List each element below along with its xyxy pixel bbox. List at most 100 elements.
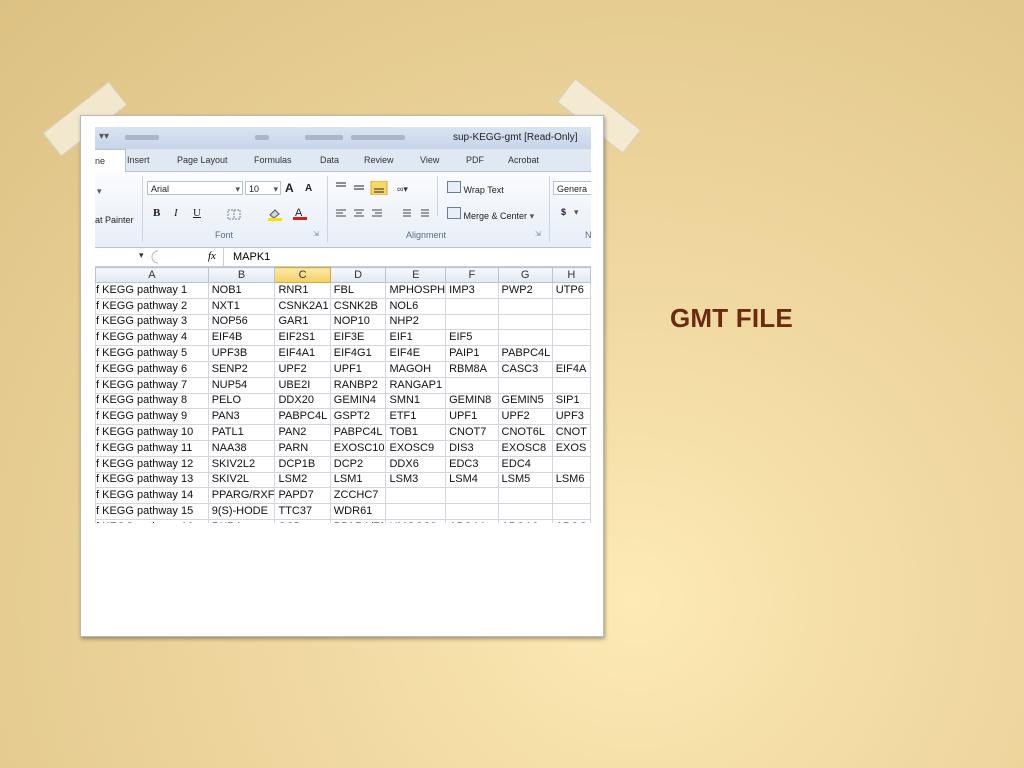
table-cell[interactable]: GEMIN4 — [329, 392, 387, 410]
table-cell[interactable]: NOL6 — [385, 297, 447, 315]
table-cell[interactable]: UPF3B — [207, 345, 276, 362]
table-cell[interactable]: EIF4G1 — [329, 345, 387, 362]
column-header-d[interactable]: D — [329, 267, 387, 283]
table-cell[interactable]: f KEGG pathway 6 — [95, 360, 209, 378]
table-cell[interactable]: f KEGG pathway 3 — [95, 313, 209, 331]
table-cell[interactable]: LSM2 — [274, 471, 331, 489]
table-cell[interactable]: MPHOSPH — [385, 282, 447, 299]
table-cell[interactable]: EIF4A — [551, 360, 591, 378]
table-cell[interactable]: SKIV2L — [207, 471, 276, 489]
tab-insert[interactable]: Insert — [127, 155, 150, 165]
borders-icon[interactable] — [227, 209, 241, 220]
table-cell[interactable]: DCP1B — [274, 455, 331, 473]
column-header-a[interactable]: A — [95, 267, 209, 283]
table-cell[interactable] — [385, 503, 447, 520]
font-size-box[interactable]: 10 ▾ — [245, 181, 281, 195]
table-cell[interactable]: GSPT2 — [329, 408, 387, 426]
table-cell[interactable]: UPF2 — [274, 360, 331, 378]
table-cell[interactable] — [551, 345, 591, 362]
table-cell[interactable]: CSNK2B — [329, 297, 387, 315]
table-cell[interactable]: PAN3 — [207, 408, 276, 426]
table-cell[interactable]: 9(S)-HODE — [207, 503, 276, 520]
table-cell[interactable]: CNOT — [551, 424, 591, 441]
table-cell[interactable]: PELO — [207, 392, 276, 410]
table-cell[interactable]: EXOSC10 — [329, 439, 387, 457]
table-cell[interactable]: f KEGG pathway 14 — [95, 487, 209, 505]
table-cell[interactable]: SMN1 — [385, 392, 447, 410]
underline-button[interactable]: U — [193, 207, 201, 219]
table-cell[interactable]: RANBP2 — [329, 376, 387, 394]
table-cell[interactable]: GEMIN8 — [445, 392, 499, 410]
table-cell[interactable]: APOC — [551, 518, 591, 523]
table-cell[interactable]: WDR61 — [329, 503, 387, 520]
table-cell[interactable]: EXOSC9 — [385, 439, 447, 457]
table-cell[interactable]: LSM4 — [445, 471, 499, 489]
table-cell[interactable]: f KEGG pathway 11 — [95, 439, 209, 457]
table-cell[interactable]: PPARA/R) — [329, 518, 387, 523]
table-cell[interactable]: CNOT6L — [497, 424, 553, 441]
table-cell[interactable] — [497, 503, 553, 520]
dialog-launcher-icon[interactable]: ⇲ — [535, 230, 541, 238]
table-cell[interactable]: f KEGG pathway 15 — [95, 503, 209, 520]
table-cell[interactable] — [551, 503, 591, 520]
number-format-box[interactable]: Genera — [553, 181, 591, 195]
table-cell[interactable]: PARN — [274, 439, 331, 457]
table-cell[interactable]: f KEGG pathway 9 — [95, 408, 209, 426]
table-cell[interactable]: SENP2 — [207, 360, 276, 378]
table-cell[interactable]: EIF4B — [207, 329, 276, 347]
table-cell[interactable]: GAR1 — [274, 313, 331, 331]
table-cell[interactable]: f KEGG pathway 4 — [95, 329, 209, 347]
tab-review[interactable]: Review — [364, 155, 394, 165]
column-header-c[interactable]: C — [274, 267, 331, 283]
table-cell[interactable]: UTP6 — [551, 282, 591, 299]
table-cell[interactable]: NUP54 — [207, 376, 276, 394]
font-color-icon[interactable]: A — [293, 206, 307, 221]
table-cell[interactable] — [445, 487, 499, 505]
table-cell[interactable]: LSM6 — [551, 471, 591, 489]
currency-dropdown-icon[interactable]: ▾ — [574, 207, 579, 218]
table-cell[interactable]: EIF3E — [329, 329, 387, 347]
table-cell[interactable]: CSNK2A1 — [274, 297, 331, 315]
table-cell[interactable]: APOA1 — [445, 518, 499, 523]
table-cell[interactable]: NAA38 — [207, 439, 276, 457]
vertical-align-icons[interactable] — [335, 181, 391, 195]
table-cell[interactable]: PABPC4L — [329, 424, 387, 441]
table-cell[interactable]: RBM8A — [445, 360, 499, 378]
table-cell[interactable]: LSM3 — [385, 471, 447, 489]
tab-home[interactable]: ne — [95, 149, 126, 172]
table-cell[interactable]: UPF1 — [445, 408, 499, 426]
table-cell[interactable] — [497, 297, 553, 315]
tab-view[interactable]: View — [420, 155, 439, 165]
table-cell[interactable]: f KEGG pathway 8 — [95, 392, 209, 410]
table-cell[interactable]: FBL — [329, 282, 387, 299]
table-cell[interactable]: f KEGG pathway 7 — [95, 376, 209, 394]
table-cell[interactable]: EIF2S1 — [274, 329, 331, 347]
table-cell[interactable] — [445, 503, 499, 520]
currency-button[interactable]: $ — [561, 207, 566, 217]
table-cell[interactable]: CNOT7 — [445, 424, 499, 441]
table-cell[interactable]: f KEGG pathway 5 — [95, 345, 209, 362]
table-cell[interactable]: TOB1 — [385, 424, 447, 441]
table-cell[interactable]: PAN2 — [274, 424, 331, 441]
table-cell[interactable]: SIP1 — [551, 392, 591, 410]
quick-access-toolbar[interactable]: ▾▾ — [99, 131, 109, 142]
tab-formulas[interactable]: Formulas — [254, 155, 292, 165]
table-cell[interactable]: PATL1 — [207, 424, 276, 441]
table-cell[interactable]: EDC3 — [445, 455, 499, 473]
table-cell[interactable] — [445, 313, 499, 331]
table-cell[interactable] — [385, 487, 447, 505]
table-cell[interactable] — [551, 487, 591, 505]
table-cell[interactable]: HMGCS2 — [385, 518, 447, 523]
table-cell[interactable] — [497, 329, 553, 347]
table-cell[interactable]: CASC3 — [497, 360, 553, 378]
tab-pdf[interactable]: PDF — [466, 155, 484, 165]
wrap-text-button[interactable]: Wrap Text — [447, 181, 504, 195]
table-cell[interactable]: EIF5 — [445, 329, 499, 347]
table-cell[interactable]: LSM1 — [329, 471, 387, 489]
table-cell[interactable] — [497, 376, 553, 394]
table-cell[interactable]: MAGOH — [385, 360, 447, 378]
table-cell[interactable]: DCP2 — [329, 455, 387, 473]
formula-input[interactable]: MAPK1 — [233, 251, 270, 263]
paste-dropdown-arrow[interactable]: ▾ — [97, 186, 102, 197]
table-cell[interactable]: NOP10 — [329, 313, 387, 331]
